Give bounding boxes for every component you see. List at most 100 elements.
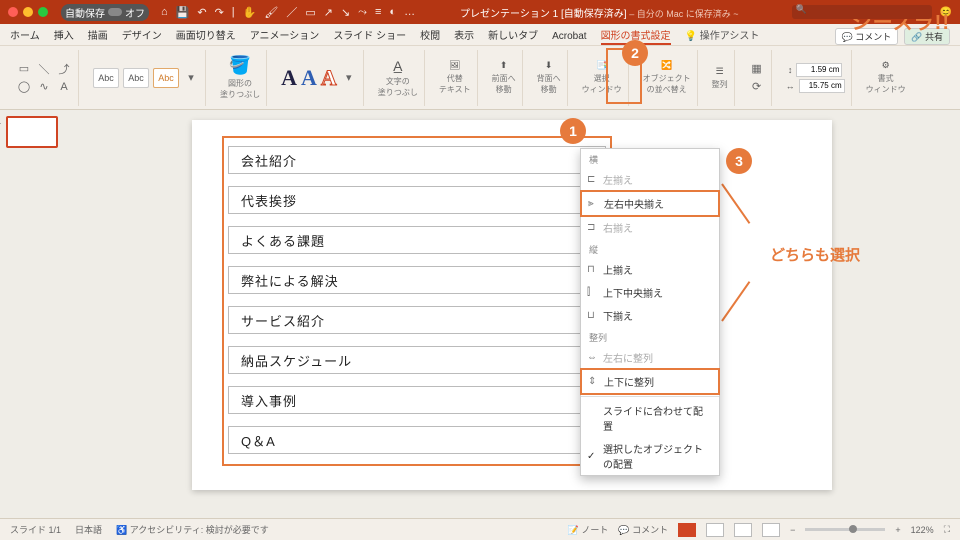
search-input[interactable] <box>792 5 932 19</box>
style-preset-3[interactable]: Abc <box>153 68 179 88</box>
notes-button[interactable]: 📝 ノート <box>568 523 609 536</box>
status-lang[interactable]: 日本語 <box>75 523 102 536</box>
qat-home-icon[interactable]: ⌂ <box>161 6 168 18</box>
align-button[interactable]: ☰整列 <box>706 50 735 106</box>
tab-insert[interactable]: 挿入 <box>54 27 74 45</box>
menu-section-horizontal: 横 <box>581 149 719 168</box>
alt-text-button[interactable]: 🖼代替 テキスト <box>433 50 478 106</box>
textbox-4[interactable]: 弊社による解決 <box>228 266 606 294</box>
textbox-6[interactable]: 納品スケジュール <box>228 346 606 374</box>
qat-connector-icon[interactable]: ⤳ <box>358 6 367 19</box>
shape-arrow-icon[interactable]: ⤴ <box>56 61 72 77</box>
width-input[interactable] <box>799 79 845 93</box>
menu-section-distribute: 整列 <box>581 327 719 346</box>
qat-touch-icon[interactable]: ✋ <box>243 6 257 19</box>
shape-curve-icon[interactable]: ∿ <box>36 79 52 95</box>
tab-draw[interactable]: 描画 <box>88 27 108 45</box>
textbox-2[interactable]: 代表挨拶 <box>228 186 606 214</box>
style-preset-1[interactable]: Abc <box>93 68 119 88</box>
menu-align-center-v[interactable]: ⫿上下中央揃え <box>581 281 719 304</box>
menu-distribute-v[interactable]: ⇕上下に整列 <box>580 368 720 395</box>
view-sorter-button[interactable] <box>706 523 724 537</box>
autosave-toggle[interactable]: 自動保存 オフ <box>61 4 149 21</box>
traffic-max-icon[interactable] <box>38 7 48 17</box>
style-preset-2[interactable]: Abc <box>123 68 149 88</box>
traffic-close-icon[interactable] <box>8 7 18 17</box>
view-reading-button[interactable] <box>734 523 752 537</box>
textbox-8[interactable]: Q＆A <box>228 426 606 454</box>
wordart-1[interactable]: A <box>281 65 297 91</box>
tab-newtab[interactable]: 新しいタブ <box>488 27 538 45</box>
tab-home[interactable]: ホーム <box>10 27 40 45</box>
view-normal-button[interactable] <box>678 523 696 537</box>
qat-align-icon[interactable]: ≡ <box>375 6 381 18</box>
status-a11y[interactable]: ♿ アクセシビリティ: 検討が必要です <box>116 523 269 536</box>
qat-arrow1-icon[interactable]: ↗ <box>324 6 333 19</box>
wordart-2[interactable]: A <box>301 65 317 91</box>
textbox-5[interactable]: サービス紹介 <box>228 306 606 334</box>
shape-fill-group[interactable]: 🪣 図形の 塗りつぶし <box>214 50 267 106</box>
tab-transitions[interactable]: 画面切り替え <box>176 27 236 45</box>
selection-pane-button[interactable]: 📑選択 ウィンドウ <box>576 50 629 106</box>
menu-align-center-h[interactable]: ⫸左右中央揃え <box>580 190 720 217</box>
menu-align-right[interactable]: ⊐右揃え <box>581 216 719 239</box>
shape-oval-icon[interactable]: ◯ <box>16 79 32 95</box>
slide-canvas[interactable]: 会社紹介 代表挨拶 よくある課題 弊社による解決 サービス紹介 納品スケジュール… <box>64 110 960 518</box>
annotation-text: どちらも選択 <box>770 244 860 265</box>
shapes-gallery[interactable]: ▭ ＼ ⤴ ◯ ∿ A <box>10 50 79 106</box>
toggle-icon <box>108 8 122 16</box>
zoom-out-button[interactable]: − <box>790 525 795 535</box>
shape-rect-icon[interactable]: ▭ <box>16 61 32 77</box>
tab-review[interactable]: 校閲 <box>420 27 440 45</box>
height-input[interactable] <box>796 63 842 77</box>
menu-align-to-slide[interactable]: スライドに合わせて配置 <box>581 399 719 437</box>
qat-more-icon[interactable]: … <box>404 6 415 18</box>
textbox-7[interactable]: 導入事例 <box>228 386 606 414</box>
send-backward-button[interactable]: ⬇背面へ 移動 <box>531 50 568 106</box>
zoom-slider[interactable] <box>805 528 885 531</box>
tab-animations[interactable]: アニメーション <box>250 27 320 45</box>
wordart-3[interactable]: A <box>321 65 337 91</box>
view-slideshow-button[interactable] <box>762 523 780 537</box>
style-more-icon[interactable]: ▾ <box>183 70 199 86</box>
textbox-1[interactable]: 会社紹介 <box>228 146 606 174</box>
textbox-3[interactable]: よくある課題 <box>228 226 606 254</box>
rotate-icon[interactable]: ⟳ <box>749 79 765 95</box>
slide-thumbnail-1[interactable] <box>6 116 58 148</box>
qat-save-icon[interactable]: 💾 <box>176 6 190 19</box>
tab-slideshow[interactable]: スライド ショー <box>333 27 406 45</box>
menu-align-top[interactable]: ⊓上揃え <box>581 258 719 281</box>
wordart-more-icon[interactable]: ▾ <box>341 70 357 86</box>
qat-rect-icon[interactable]: ▭ <box>305 6 315 19</box>
align-center-h-icon: ⫸ <box>588 198 594 209</box>
fit-window-button[interactable]: ⛶ <box>944 524 950 535</box>
tab-view[interactable]: 表示 <box>454 27 474 45</box>
group-icon[interactable]: ▦ <box>749 61 765 77</box>
thumb-number: 1 <box>0 116 1 126</box>
group-rotate-group[interactable]: ▦ ⟳ <box>743 50 772 106</box>
qat-undo-icon[interactable]: ↶ <box>197 6 206 19</box>
qat-redo-icon[interactable]: ↷ <box>215 6 224 19</box>
qat-brush-icon[interactable]: 🖌 <box>264 6 278 19</box>
tab-acrobat[interactable]: Acrobat <box>552 31 586 45</box>
menu-align-to-selected[interactable]: 選択したオブジェクトの配置 <box>581 437 719 475</box>
callout-badge-2: 2 <box>622 40 648 66</box>
zoom-in-button[interactable]: + <box>895 525 900 535</box>
menu-align-left[interactable]: ⊏左揃え <box>581 168 719 191</box>
tab-design[interactable]: デザイン <box>122 27 162 45</box>
tell-me[interactable]: 💡 操作アシスト <box>685 27 760 45</box>
traffic-min-icon[interactable] <box>23 7 33 17</box>
shape-line-icon[interactable]: ＼ <box>36 61 52 77</box>
zoom-value[interactable]: 122% <box>911 525 934 535</box>
comments-button-status[interactable]: 💬 コメント <box>618 523 668 536</box>
bring-forward-button[interactable]: ⬆前面へ 移動 <box>486 50 523 106</box>
menu-align-bottom[interactable]: ⊔下揃え <box>581 304 719 327</box>
qat-arrow2-icon[interactable]: ↘ <box>341 6 350 19</box>
shape-text-icon[interactable]: A <box>56 79 72 95</box>
format-pane-button[interactable]: ⚙書式 ウィンドウ <box>860 50 912 106</box>
menu-distribute-h[interactable]: ⇔左右に整列 <box>581 346 719 369</box>
qat-eyedrop-icon[interactable]: ◐ <box>389 6 396 18</box>
text-fill-group[interactable]: A̲ 文字の 塗りつぶし <box>372 50 425 106</box>
qat-line-icon[interactable]: ／ <box>286 4 297 20</box>
distribute-h-icon: ⇔ <box>587 352 597 363</box>
